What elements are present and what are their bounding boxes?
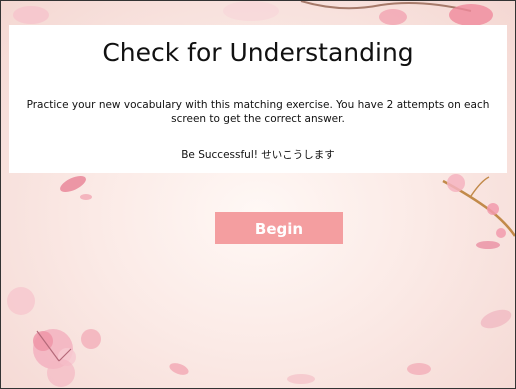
page-title: Check for Understanding bbox=[102, 38, 414, 67]
begin-button[interactable]: Begin bbox=[215, 212, 343, 244]
instructions-text: Practice your new vocabulary with this m… bbox=[26, 99, 490, 125]
instructions-card: Check for Understanding Practice your ne… bbox=[9, 25, 507, 173]
success-message: Be Successful! せいこうします bbox=[181, 149, 335, 161]
slide-frame: Check for Understanding Practice your ne… bbox=[0, 0, 516, 389]
